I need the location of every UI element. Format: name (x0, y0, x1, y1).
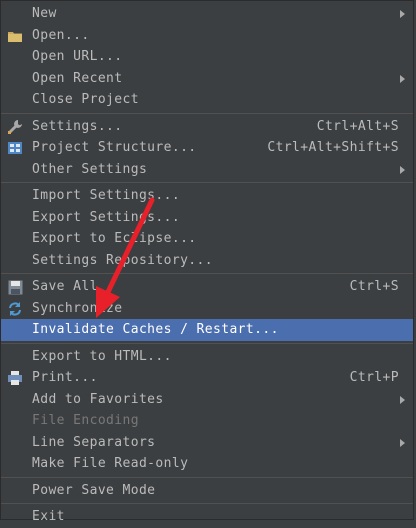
menu-item-label: Power Save Mode (32, 482, 156, 498)
menu-item-exit[interactable]: Exit (1, 506, 413, 528)
printer-icon (7, 370, 23, 386)
menu-separator (1, 112, 413, 114)
menu-item-other-settings[interactable]: Other Settings (1, 159, 413, 181)
menu-item-power-save-mode[interactable]: Power Save Mode (1, 480, 413, 502)
menu-separator (1, 182, 413, 183)
submenu-arrow-icon (400, 74, 405, 83)
menu-item-open[interactable]: Open... (1, 25, 413, 47)
menu-item-label: Export to HTML... (32, 348, 172, 364)
menu-item-shortcut: Ctrl+Alt+S (316, 118, 399, 134)
menu-item-label: Make File Read-only (32, 456, 189, 472)
menu-item-label: Open Recent (32, 70, 123, 86)
menu-item-print[interactable]: Print... Ctrl+P (1, 367, 413, 389)
menu-item-file-encoding: File Encoding (1, 410, 413, 432)
menu-item-export-settings[interactable]: Export Settings... (1, 207, 413, 229)
menu-separator (1, 342, 413, 344)
submenu-arrow-icon (400, 165, 405, 174)
menu-item-label: Add to Favorites (32, 391, 164, 407)
menu-item-label: Project Structure... (32, 140, 197, 156)
submenu-arrow-icon (400, 395, 405, 404)
sync-icon (7, 301, 23, 317)
menu-item-synchronize[interactable]: Synchronize (1, 298, 413, 320)
menu-item-shortcut: Ctrl+Alt+Shift+S (267, 140, 399, 156)
menu-item-label: New (32, 6, 57, 22)
menu-item-import-settings[interactable]: Import Settings... (1, 185, 413, 207)
menu-item-project-structure[interactable]: Project Structure... Ctrl+Alt+Shift+S (1, 137, 413, 159)
menu-item-label: Settings... (32, 118, 123, 134)
menu-item-label: Close Project (32, 92, 139, 108)
menu-item-line-separators[interactable]: Line Separators (1, 432, 413, 454)
menu-item-label: Open URL... (32, 49, 123, 65)
menu-item-label: Export Settings... (32, 209, 181, 225)
submenu-arrow-icon (400, 10, 405, 18)
menu-item-new[interactable]: New (1, 3, 413, 25)
menu-item-save-all[interactable]: Save All Ctrl+S (1, 276, 413, 298)
menu-item-label: Synchronize (32, 300, 123, 316)
menu-separator (1, 503, 413, 504)
file-menu: New Open... Open URL... Open Recent Close Pr… (0, 0, 414, 524)
menu-item-label: Invalidate Caches / Restart... (32, 322, 279, 338)
menu-item-open-url[interactable]: Open URL... (1, 46, 413, 68)
menu-item-label: Save All (32, 279, 98, 295)
menu-item-label: File Encoding (32, 413, 139, 429)
menu-item-label: Open... (32, 27, 90, 43)
menu-separator (1, 476, 413, 478)
menu-item-label: Import Settings... (32, 188, 181, 204)
menu-item-add-to-favorites[interactable]: Add to Favorites (1, 389, 413, 411)
menu-item-open-recent[interactable]: Open Recent (1, 68, 413, 90)
menu-item-label: Exit (32, 509, 65, 525)
menu-item-label: Line Separators (32, 434, 156, 450)
menu-item-shortcut: Ctrl+P (349, 370, 399, 386)
menu-item-shortcut: Ctrl+S (349, 279, 399, 295)
folder-icon (7, 28, 23, 44)
menu-item-label: Print... (32, 370, 98, 386)
menu-item-settings[interactable]: Settings... Ctrl+Alt+S (1, 116, 413, 138)
menu-item-settings-repository[interactable]: Settings Repository... (1, 250, 413, 272)
menu-item-label: Settings Repository... (32, 252, 213, 268)
submenu-arrow-icon (400, 438, 405, 447)
save-icon (7, 279, 23, 295)
menu-item-export-to-html[interactable]: Export to HTML... (1, 346, 413, 368)
menu-separator (1, 273, 413, 274)
project-structure-icon (7, 140, 23, 156)
menu-item-export-to-eclipse[interactable]: Export to Eclipse... (1, 228, 413, 250)
menu-item-label: Export to Eclipse... (32, 231, 197, 247)
menu-item-make-file-read-only[interactable]: Make File Read-only (1, 453, 413, 475)
menu-item-close-project[interactable]: Close Project (1, 89, 413, 111)
menu-item-invalidate-caches-restart[interactable]: Invalidate Caches / Restart... (1, 319, 413, 341)
menu-item-label: Other Settings (32, 161, 148, 177)
wrench-icon (7, 119, 23, 135)
